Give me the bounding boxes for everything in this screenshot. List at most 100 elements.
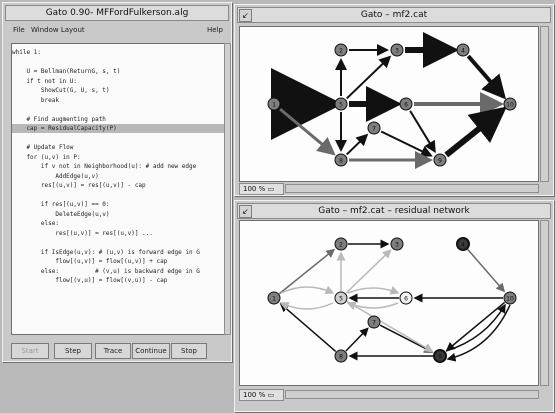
graph-title: Gato – mf2.cat [360,10,428,20]
code-line: if IsEdge(u,v): # (u,v) is forward edge … [12,248,200,256]
residual-node-label: 8 [339,354,343,361]
graph-node[interactable]: 4 [456,43,470,57]
graph-zoom-selector[interactable]: 100 % ▭ [239,183,284,195]
residual-title-bar[interactable]: ↙ Gato – mf2.cat – residual network [237,203,551,219]
menu-help[interactable]: Help [207,26,223,34]
code-line: else: # (v,u) is backward edge in G [12,267,200,275]
residual-canvas[interactable]: 1 2 3 4 5 6 7 8 9 10 [239,220,539,386]
code-line: cap = ResidualCapacity(P) [12,124,224,133]
graph-node[interactable]: 1 [267,97,281,111]
flow-graph: 1 2 3 4 5 6 7 8 9 10 [267,32,517,169]
chevron-down-icon: ▭ [267,185,275,193]
residual-node-label: 1 [272,296,276,303]
code-line: DeleteEdge(u,v) [12,210,110,218]
residual-node[interactable]: 8 [334,349,348,363]
graph-node-label: 5 [339,102,343,109]
graph-node-label: 10 [506,102,514,109]
residual-graph: 1 2 3 4 5 6 7 8 9 10 [267,237,517,363]
residual-edge [280,285,335,294]
residual-window: ↙ Gato – mf2.cat – residual network 1 2 3 4… [234,200,554,412]
stop-button[interactable]: Stop [171,343,207,359]
code-line: U = Bellman(ReturnG, s, t) [12,68,121,75]
graph-horizontal-scrollbar[interactable] [285,184,539,193]
step-button[interactable]: Step [54,343,92,359]
graph-node[interactable]: 3 [390,43,404,57]
graph-window: ↙ Gato – mf2.cat 1 2 3 4 5 6 7 8 9 10 100 % ▭ [234,4,554,196]
code-line: if v not in Neighborhood(u): # add new e… [12,163,197,170]
residual-node[interactable]: 4 [456,237,470,251]
residual-edge [279,302,334,311]
residual-node[interactable]: 7 [367,315,381,329]
graph-vertical-scrollbar[interactable] [540,26,549,182]
code-line: else: [12,220,59,227]
code-line: res[(u,v)] = res[(u,v)] ... [12,229,153,237]
graph-edge [346,133,369,156]
graph-node-label: 2 [339,48,343,55]
editor-title-bar[interactable]: Gato 0.90- MFFordFulkerson.alg [5,5,229,21]
graph-node-label: 1 [272,102,276,109]
code-line: flow[(v,u)] = flow[(v,u)] - cap [12,277,168,284]
graph-edge [380,130,433,157]
residual-node[interactable]: 10 [503,291,517,305]
editor-title: Gato 0.90- MFFordFulkerson.alg [45,8,189,18]
residual-node[interactable]: 2 [334,237,348,251]
residual-node-label: 7 [372,320,376,327]
code-line: res[(u,v)] = res[(u,v)] - cap [12,182,146,189]
graph-canvas[interactable]: 1 2 3 4 5 6 7 8 9 10 [239,26,539,182]
graph-node[interactable]: 5 [334,97,348,111]
residual-edge [379,324,434,353]
algorithm-code-view[interactable]: while 1: U = Bellman(ReturnG, s, t) if t… [11,43,225,335]
residual-zoom-selector[interactable]: 100 % ▭ [239,389,284,401]
menu-file[interactable]: File [13,26,25,34]
code-line: # Find augmenting path [12,115,106,123]
residual-node[interactable]: 6 [399,291,413,305]
code-vertical-scrollbar[interactable] [224,43,231,335]
graph-edge [346,55,392,100]
residual-node-label: 6 [404,296,408,303]
residual-vertical-scrollbar[interactable] [540,220,549,386]
residual-edge [346,300,434,353]
graph-node[interactable]: 8 [334,153,348,167]
residual-node-label: 9 [438,354,442,361]
graph-node[interactable]: 2 [334,43,348,57]
continue-button[interactable]: Continue [132,343,170,359]
residual-edge [467,248,506,293]
residual-node[interactable]: 9 [433,349,447,363]
residual-edge [446,304,511,362]
window-menu-icon[interactable]: ↙ [239,9,252,22]
graph-node[interactable]: 9 [433,153,447,167]
graph-node-label: 7 [372,126,376,133]
residual-edge [345,249,392,294]
residual-horizontal-scrollbar[interactable] [285,390,539,399]
graph-edge [466,54,507,100]
graph-node[interactable]: 6 [399,97,413,111]
graph-node[interactable]: 10 [503,97,517,111]
trace-button[interactable]: Trace [95,343,131,359]
graph-node[interactable]: 7 [367,121,381,135]
residual-node[interactable]: 5 [334,291,348,305]
algorithm-editor-window: Gato 0.90- MFFordFulkerson.alg File Wind… [2,2,232,362]
residual-node[interactable]: 1 [267,291,281,305]
residual-edge [345,327,369,352]
residual-node-label: 4 [461,242,465,249]
code-line: ShowCut(G, U, s, t) [12,87,110,94]
code-line: AddEdge(u,v) [12,172,99,180]
graph-edge [444,106,507,158]
code-line: if res[(u,v)] == 0: [12,201,110,208]
chevron-down-icon: ▭ [267,391,275,399]
graph-node-label: 8 [339,158,343,165]
residual-zoom-value: 100 % [243,391,266,399]
menu-window-layout[interactable]: Window Layout [31,26,85,34]
residual-node-label: 10 [506,296,514,303]
window-menu-icon[interactable]: ↙ [239,205,252,218]
graph-title-bar[interactable]: ↙ Gato – mf2.cat [237,7,551,23]
start-button[interactable]: Start [11,343,49,359]
graph-node-label: 4 [461,48,465,55]
residual-node[interactable]: 3 [390,237,404,251]
residual-edge [279,302,337,352]
